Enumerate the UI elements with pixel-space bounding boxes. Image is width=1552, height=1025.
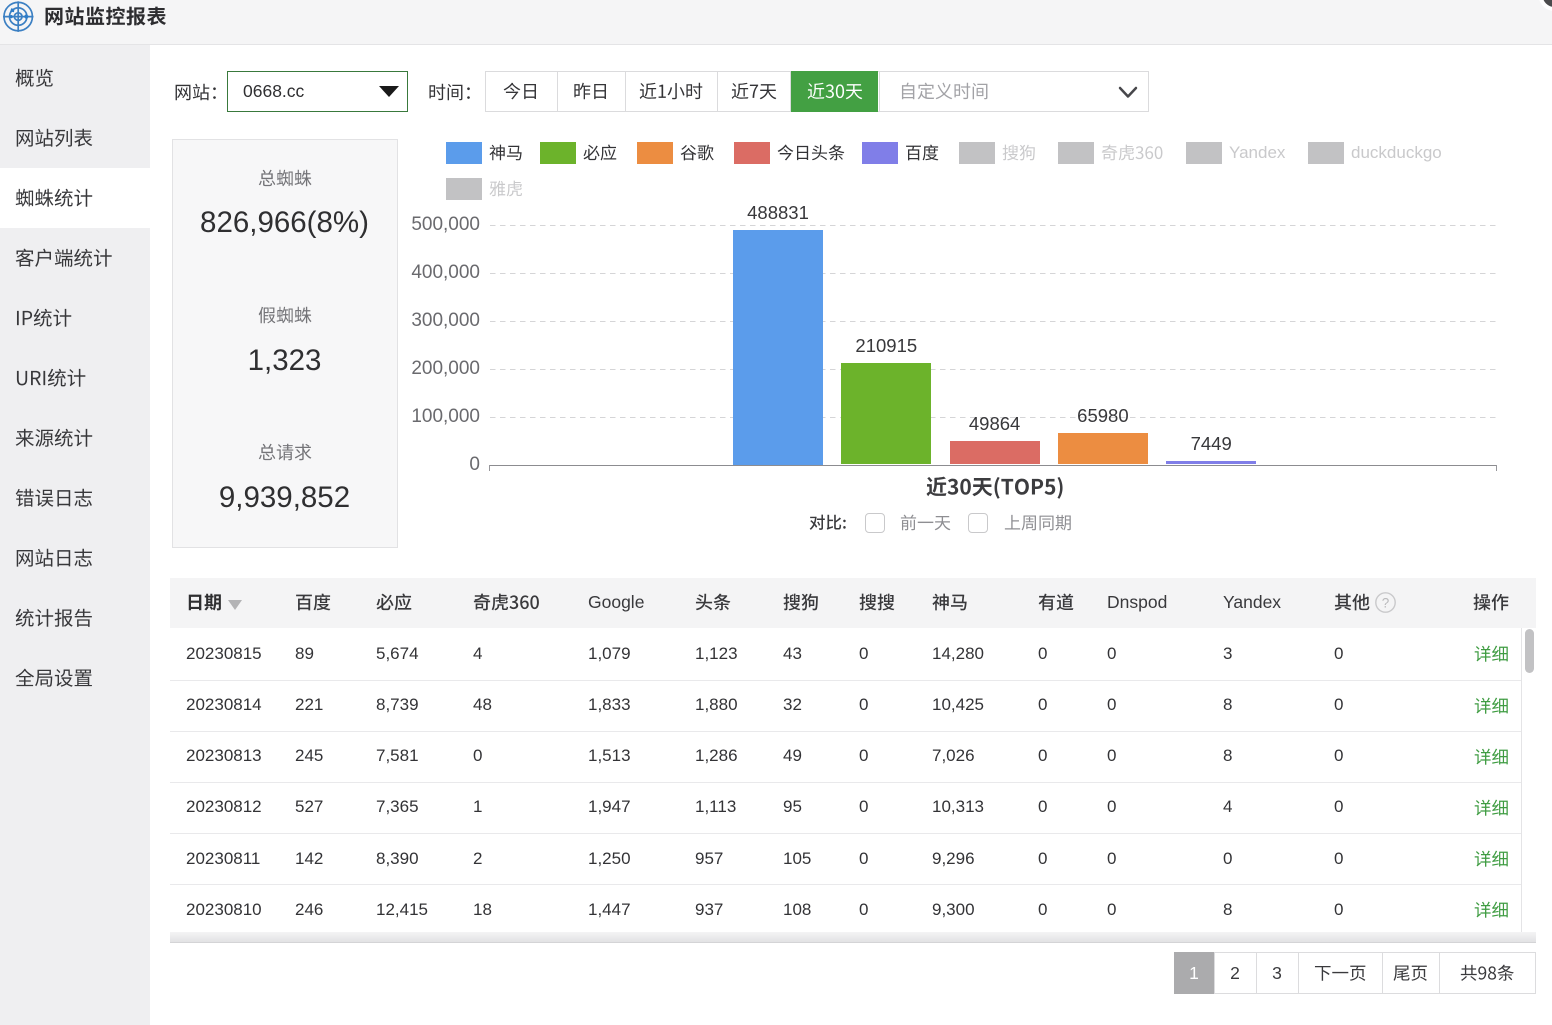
svg-text:?: ?: [1382, 595, 1390, 610]
